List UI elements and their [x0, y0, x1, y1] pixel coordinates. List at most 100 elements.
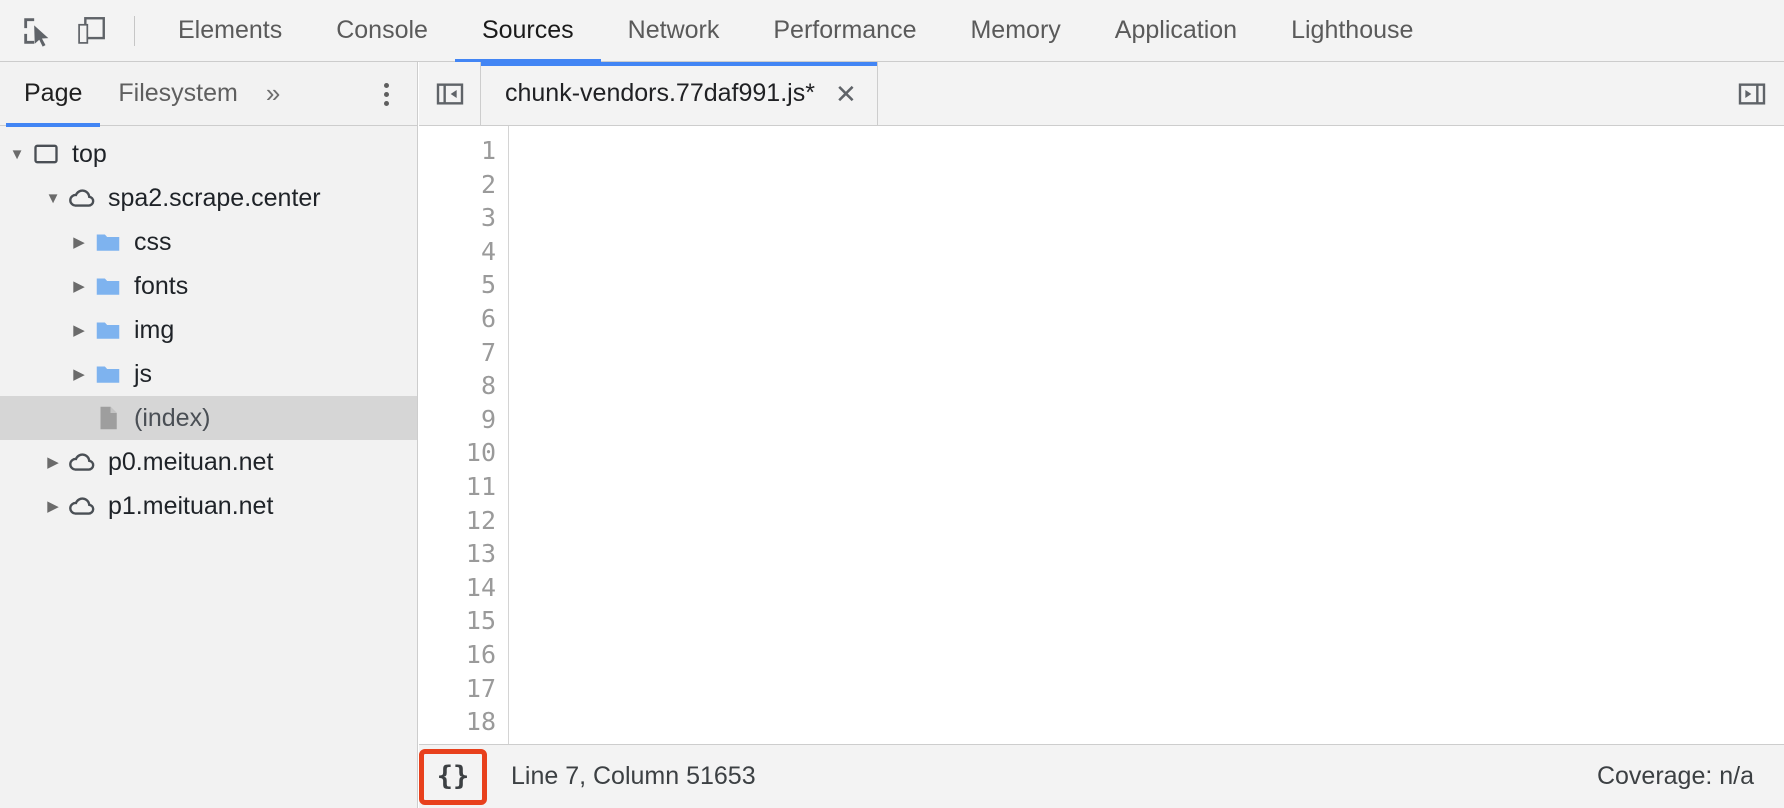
chevron-right-icon[interactable]: ▶: [66, 321, 92, 339]
line-number: 14: [465, 572, 496, 602]
line-number: 16: [465, 639, 496, 669]
tree-item-label: p0.meituan.net: [108, 447, 274, 476]
tree-item-label: img: [134, 315, 175, 344]
file-tab-chunk-vendors[interactable]: chunk-vendors.77daf991.js* ✕: [481, 62, 878, 125]
line-number: 10: [465, 438, 496, 468]
tree-item-p1-meituan-net[interactable]: ▶ p1.meituan.net: [0, 484, 417, 528]
collapse-sidebar-icon-svg: [436, 82, 463, 105]
tree-item-label: (index): [134, 403, 211, 432]
nav-tab-filesystem[interactable]: Filesystem: [100, 62, 255, 126]
line-number: 2: [480, 169, 496, 199]
tree-item-css[interactable]: ▶ css: [0, 220, 417, 264]
device-toggle-icon[interactable]: [64, 0, 118, 62]
line-number: 6: [480, 303, 496, 333]
chevron-right-icon[interactable]: ▶: [66, 233, 92, 251]
file-tab-label: chunk-vendors.77daf991.js*: [505, 79, 815, 107]
tab-lighthouse[interactable]: Lighthouse: [1264, 0, 1440, 62]
code-editor[interactable]: 1 2 3 4 5 6 7 8 9 10 11 12 13 14 15 16 1…: [419, 126, 1784, 744]
chevron-double-right-icon[interactable]: »: [256, 62, 290, 126]
tree-item-fonts[interactable]: ▶ fonts: [0, 264, 417, 308]
tab-memory-label: Memory: [970, 16, 1061, 44]
close-icon[interactable]: ✕: [835, 81, 857, 107]
line-number: 13: [465, 539, 496, 569]
tree-item-label: css: [134, 227, 172, 256]
tab-sources-label: Sources: [481, 16, 574, 44]
line-number: 5: [480, 270, 496, 300]
main-toolbar: Elements Console Sources Network Perform…: [0, 0, 1784, 62]
tree-item-js[interactable]: ▶ js: [0, 352, 417, 396]
tab-console[interactable]: Console: [309, 0, 455, 62]
tab-elements[interactable]: Elements: [151, 0, 309, 62]
chevron-right-icon[interactable]: ▶: [40, 497, 66, 515]
show-navigator-icon[interactable]: [1736, 62, 1768, 126]
tree-item-label: spa2.scrape.center: [108, 183, 321, 212]
device-toggle-icon-svg: [78, 16, 105, 44]
tree-item-p0-meituan-net[interactable]: ▶ p0.meituan.net: [0, 440, 417, 484]
more-options-icon[interactable]: [384, 62, 389, 126]
nav-tab-filesystem-label: Filesystem: [118, 79, 238, 107]
line-number: 4: [480, 236, 496, 266]
inspect-cursor-icon[interactable]: [10, 0, 64, 62]
tab-application-label: Application: [1114, 16, 1238, 44]
navigator-panel: Page Filesystem » ▼ top ▼ spa2.scrape.ce…: [0, 62, 418, 808]
coverage-label: Coverage: n/a: [1596, 762, 1754, 790]
chevron-right-icon[interactable]: ▶: [66, 365, 92, 383]
tab-network-label: Network: [627, 16, 720, 44]
code-content[interactable]: 1])<=53);function Jr(e,t,n,i){if(Zr){var…: [509, 126, 1784, 745]
line-number: 7: [480, 337, 496, 367]
tree-item-top[interactable]: ▼ top: [0, 132, 417, 176]
nav-tab-page[interactable]: Page: [6, 62, 101, 127]
tab-application[interactable]: Application: [1088, 0, 1264, 62]
line-number: 11: [465, 471, 496, 501]
tab-memory[interactable]: Memory: [943, 0, 1087, 62]
kebab-dot: [384, 91, 389, 97]
folder-icon: [92, 271, 124, 301]
tab-performance-label: Performance: [773, 16, 917, 44]
line-number: 1: [480, 136, 496, 165]
chevron-down-icon[interactable]: ▼: [40, 190, 66, 207]
tree-item-label: p1.meituan.net: [108, 491, 274, 520]
tab-performance[interactable]: Performance: [746, 0, 943, 62]
pretty-print-highlight: {}: [419, 748, 487, 805]
folder-icon: [92, 227, 124, 257]
editor-status-bar: {} Line 7, Column 51653 Coverage: n/a: [419, 744, 1784, 808]
cursor-position-label: Line 7, Column 51653: [511, 762, 756, 790]
kebab-dot: [384, 100, 389, 106]
tree-item-label: js: [134, 359, 153, 388]
tab-lighthouse-label: Lighthouse: [1291, 16, 1414, 44]
tree-item-img[interactable]: ▶ img: [0, 308, 417, 352]
kebab-dot: [384, 82, 389, 88]
tree-item-spa2-scrape-center[interactable]: ▼ spa2.scrape.center: [0, 176, 417, 220]
navigator-tabbar: Page Filesystem »: [0, 62, 417, 127]
pretty-print-icon[interactable]: {}: [425, 754, 481, 799]
tab-elements-label: Elements: [178, 16, 283, 44]
cloud-icon: [66, 183, 98, 213]
chevron-right-icon[interactable]: ▶: [40, 453, 66, 471]
chevron-down-icon[interactable]: ▼: [4, 146, 30, 163]
line-number: 15: [465, 606, 496, 636]
inspect-cursor-icon-svg: [24, 17, 49, 47]
tree-item-label: top: [72, 139, 107, 168]
chevron-right-icon[interactable]: ▶: [66, 277, 92, 295]
line-number-gutter: 1 2 3 4 5 6 7 8 9 10 11 12 13 14 15 16 1…: [419, 126, 509, 744]
cloud-icon: [66, 447, 98, 477]
collapse-sidebar-icon[interactable]: [419, 62, 481, 125]
line-number: 18: [465, 707, 496, 737]
tab-console-label: Console: [336, 16, 428, 44]
editor-area: chunk-vendors.77daf991.js* ✕ 1 2 3 4 5 6…: [419, 62, 1784, 808]
line-number: 9: [480, 404, 496, 434]
line-number: 17: [465, 673, 496, 703]
folder-icon: [92, 315, 124, 345]
tab-network[interactable]: Network: [601, 0, 747, 62]
show-navigator-icon-svg: [1738, 83, 1766, 105]
file-icon: [92, 403, 124, 433]
tab-sources[interactable]: Sources: [454, 0, 601, 62]
tree-item-index[interactable]: (index): [0, 396, 417, 440]
editor-tabbar: chunk-vendors.77daf991.js* ✕: [419, 62, 1784, 126]
